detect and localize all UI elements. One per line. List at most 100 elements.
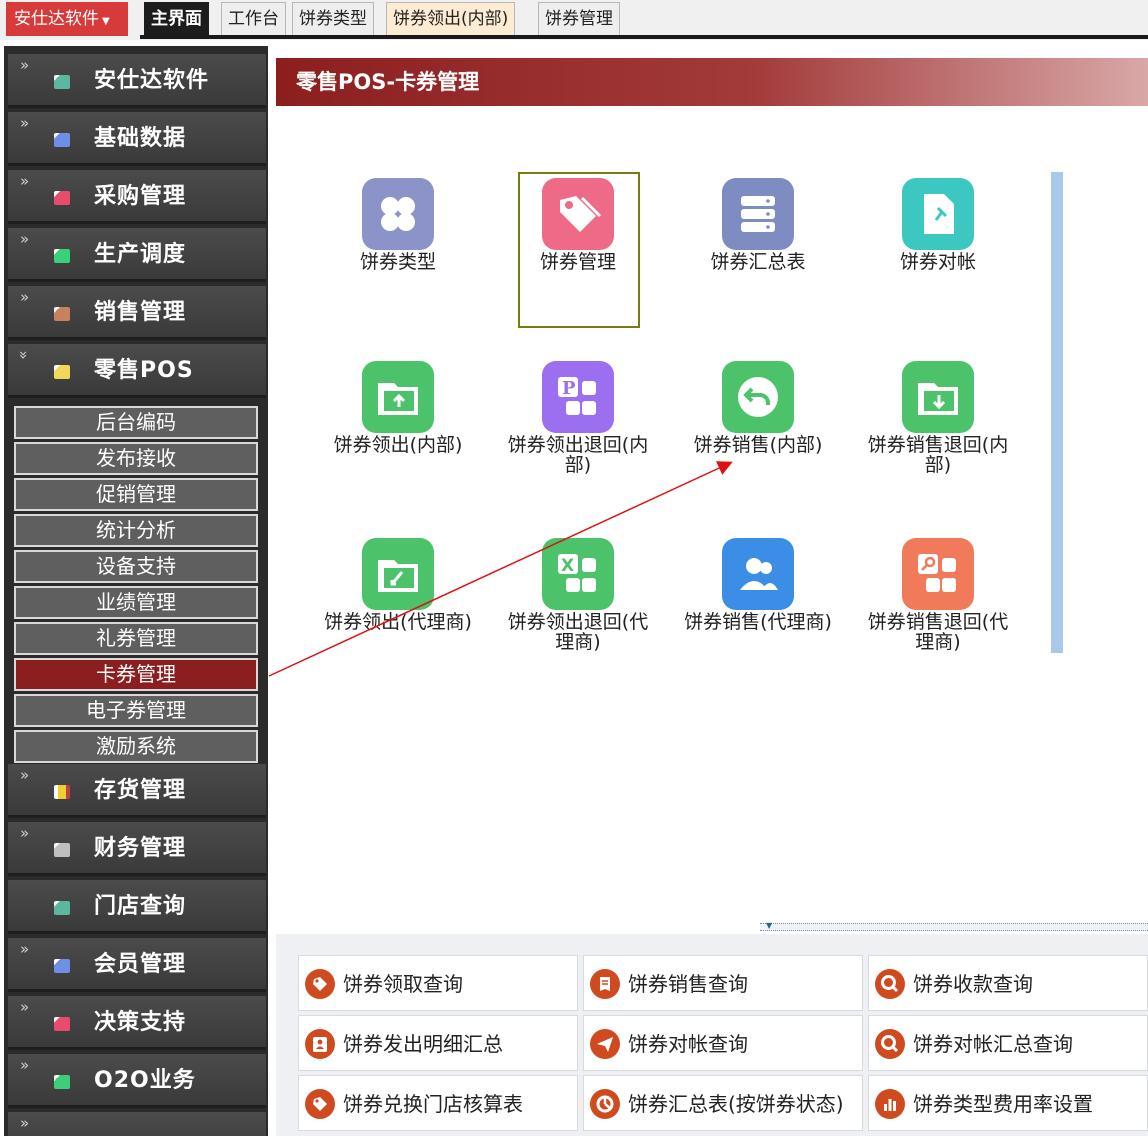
chevron-icon: »	[20, 288, 30, 306]
chevron-icon: »	[20, 230, 30, 248]
top-bar: 安仕达软件 ▼ 主界面 工作台 饼券类型 饼券领出(内部) 饼券管理	[0, 0, 1148, 40]
sidebar-item-label: O2O业务	[94, 1068, 196, 1093]
link-coupon-reconcile-query[interactable]: 饼券对帐查询	[583, 1015, 863, 1071]
sidebar-item-members[interactable]: » 会员管理	[8, 938, 266, 992]
sidebar-item-production[interactable]: » 生产调度	[8, 228, 266, 282]
sidebar-item-decision-support[interactable]: » 决策支持	[8, 996, 266, 1050]
chevron-expanded-icon: «	[13, 350, 32, 360]
link-label: 饼券领取查询	[343, 972, 463, 996]
submenu-item-e-coupons[interactable]: 电子券管理	[14, 694, 258, 727]
app-menu-label: 安仕达软件	[14, 9, 99, 29]
p-grid-icon: P	[542, 361, 614, 433]
sidebar-item-label: 存货管理	[94, 778, 187, 803]
sidebar-item-label: 销售管理	[94, 300, 187, 325]
sidebar-item-label: 基础数据	[94, 126, 187, 151]
submenu-item-statistics[interactable]: 统计分析	[14, 514, 258, 547]
sidebar-item-label: 采购管理	[94, 184, 187, 209]
sidebar-item-finance[interactable]: » 财务管理	[8, 822, 266, 876]
excel-grid-icon: X	[542, 538, 614, 610]
launcher-label: 饼券类型	[359, 251, 436, 273]
caret-down-icon: ▼	[102, 16, 110, 27]
sidebar-item-label: 决策支持	[94, 1010, 187, 1035]
link-label: 饼券兑换门店核算表	[343, 1092, 523, 1116]
sidebar-item-label: 安仕达软件	[94, 68, 210, 93]
undo-circle-icon	[722, 361, 794, 433]
tab-coupon-type[interactable]: 饼券类型	[292, 2, 374, 36]
tab-coupon-management[interactable]: 饼券管理	[538, 2, 620, 36]
sidebar-item-basic-data[interactable]: » 基础数据	[8, 112, 266, 166]
tab-main[interactable]: 主界面	[144, 2, 209, 36]
tab-workbench[interactable]: 工作台	[221, 2, 286, 36]
launcher-label: 饼券汇总表	[710, 251, 806, 273]
chevron-icon: »	[20, 172, 30, 190]
tab-bar-underline	[140, 35, 1148, 39]
link-coupon-type-fee-rate[interactable]: 饼券类型费用率设置	[868, 1075, 1148, 1131]
sidebar-item-purchasing[interactable]: » 采购管理	[8, 170, 266, 224]
launcher-label: 饼券销售(内部)	[693, 434, 823, 456]
svg-text:P: P	[562, 378, 576, 399]
chevron-icon: »	[20, 114, 30, 132]
sidebar-item-more[interactable]: »	[8, 1112, 266, 1136]
link-coupon-payment-query[interactable]: 饼券收款查询	[868, 955, 1148, 1011]
link-label: 饼券销售查询	[628, 972, 748, 996]
module-square-icon	[54, 307, 70, 321]
sidebar-item-store-query[interactable]: 门店查询	[8, 880, 266, 934]
module-square-icon	[54, 191, 70, 205]
launcher-label: 饼券对帐	[899, 251, 976, 273]
svg-text:X: X	[561, 556, 574, 576]
submenu-item-performance[interactable]: 业绩管理	[14, 586, 258, 619]
splitter-handle[interactable]: ▼	[760, 921, 1148, 931]
sidebar-item-o2o[interactable]: » O2O业务	[8, 1054, 266, 1108]
link-coupon-issue-detail-summary[interactable]: 饼券发出明细汇总	[298, 1015, 578, 1071]
link-coupon-pickup-query[interactable]: 饼券领取查询	[298, 955, 578, 1011]
submenu-item-publish-receive[interactable]: 发布接收	[14, 442, 258, 475]
sidebar-item-sales[interactable]: » 销售管理	[8, 286, 266, 340]
pie-chart-circle-icon	[590, 1089, 620, 1119]
tag-circle-icon	[305, 969, 335, 999]
sidebar: » 安仕达软件 » 基础数据 » 采购管理 » 生产调度 » 销售管理 « 零售…	[4, 46, 268, 1136]
quick-links-panel: 饼券领取查询 饼券销售查询 饼券收款查询 饼券发出明细汇总 饼券对帐查询 饼券对…	[276, 934, 1148, 1136]
submenu-item-gift-coupons[interactable]: 礼券管理	[14, 622, 258, 655]
contact-card-icon	[305, 1029, 335, 1059]
module-square-icon	[54, 901, 70, 915]
submenu-item-promotion[interactable]: 促销管理	[14, 478, 258, 511]
submenu-item-backend-codes[interactable]: 后台编码	[14, 406, 258, 439]
sidebar-item-retail-pos[interactable]: « 零售POS	[8, 344, 266, 398]
module-square-icon	[54, 75, 70, 89]
link-coupon-sales-query[interactable]: 饼券销售查询	[583, 955, 863, 1011]
pin-document-icon	[902, 178, 974, 250]
tab-coupon-issue-internal[interactable]: 饼券领出(内部)	[386, 2, 516, 36]
sidebar-item-label: 会员管理	[94, 952, 187, 977]
submenu-item-devices[interactable]: 设备支持	[14, 550, 258, 583]
launcher-label: 饼券领出退回(内部)	[507, 434, 649, 476]
receipt-circle-icon	[590, 969, 620, 999]
launcher-label: 饼券销售(代理商)	[684, 611, 832, 633]
server-stack-icon	[722, 178, 794, 250]
chevron-icon: »	[20, 766, 30, 784]
submenu-item-card-coupons[interactable]: 卡券管理	[14, 658, 258, 691]
bar-chart-circle-icon	[875, 1089, 905, 1119]
link-label: 饼券对帐汇总查询	[913, 1032, 1073, 1056]
sidebar-item-inventory[interactable]: » 存货管理	[8, 764, 266, 818]
link-coupon-redeem-store-accounting[interactable]: 饼券兑换门店核算表	[298, 1075, 578, 1131]
submenu-item-incentives[interactable]: 激励系统	[14, 730, 258, 763]
link-coupon-reconcile-summary-query[interactable]: 饼券对帐汇总查询	[868, 1015, 1148, 1071]
launcher-label: 饼券领出(内部)	[333, 434, 463, 456]
search-circle-icon	[875, 1029, 905, 1059]
module-square-icon	[54, 785, 70, 799]
launcher-label: 饼券领出退回(代理商)	[507, 611, 649, 653]
key-grid-icon	[902, 538, 974, 610]
chevron-icon: »	[20, 940, 30, 958]
sidebar-item-anshida[interactable]: » 安仕达软件	[8, 54, 266, 108]
users-icon	[722, 538, 794, 610]
link-label: 饼券发出明细汇总	[343, 1032, 503, 1056]
launcher-label: 饼券领出(代理商)	[324, 611, 472, 633]
launcher-label: 饼券销售退回(内部)	[867, 434, 1009, 476]
sidebar-item-label: 生产调度	[94, 242, 187, 267]
module-square-icon	[54, 365, 70, 379]
triangle-down-icon: ▼	[766, 921, 773, 930]
link-coupon-summary-by-status[interactable]: 饼券汇总表(按饼券状态)	[583, 1075, 863, 1131]
sidebar-item-label: 门店查询	[94, 894, 187, 919]
app-menu-button[interactable]: 安仕达软件 ▼	[6, 2, 128, 36]
module-square-icon	[54, 1017, 70, 1031]
